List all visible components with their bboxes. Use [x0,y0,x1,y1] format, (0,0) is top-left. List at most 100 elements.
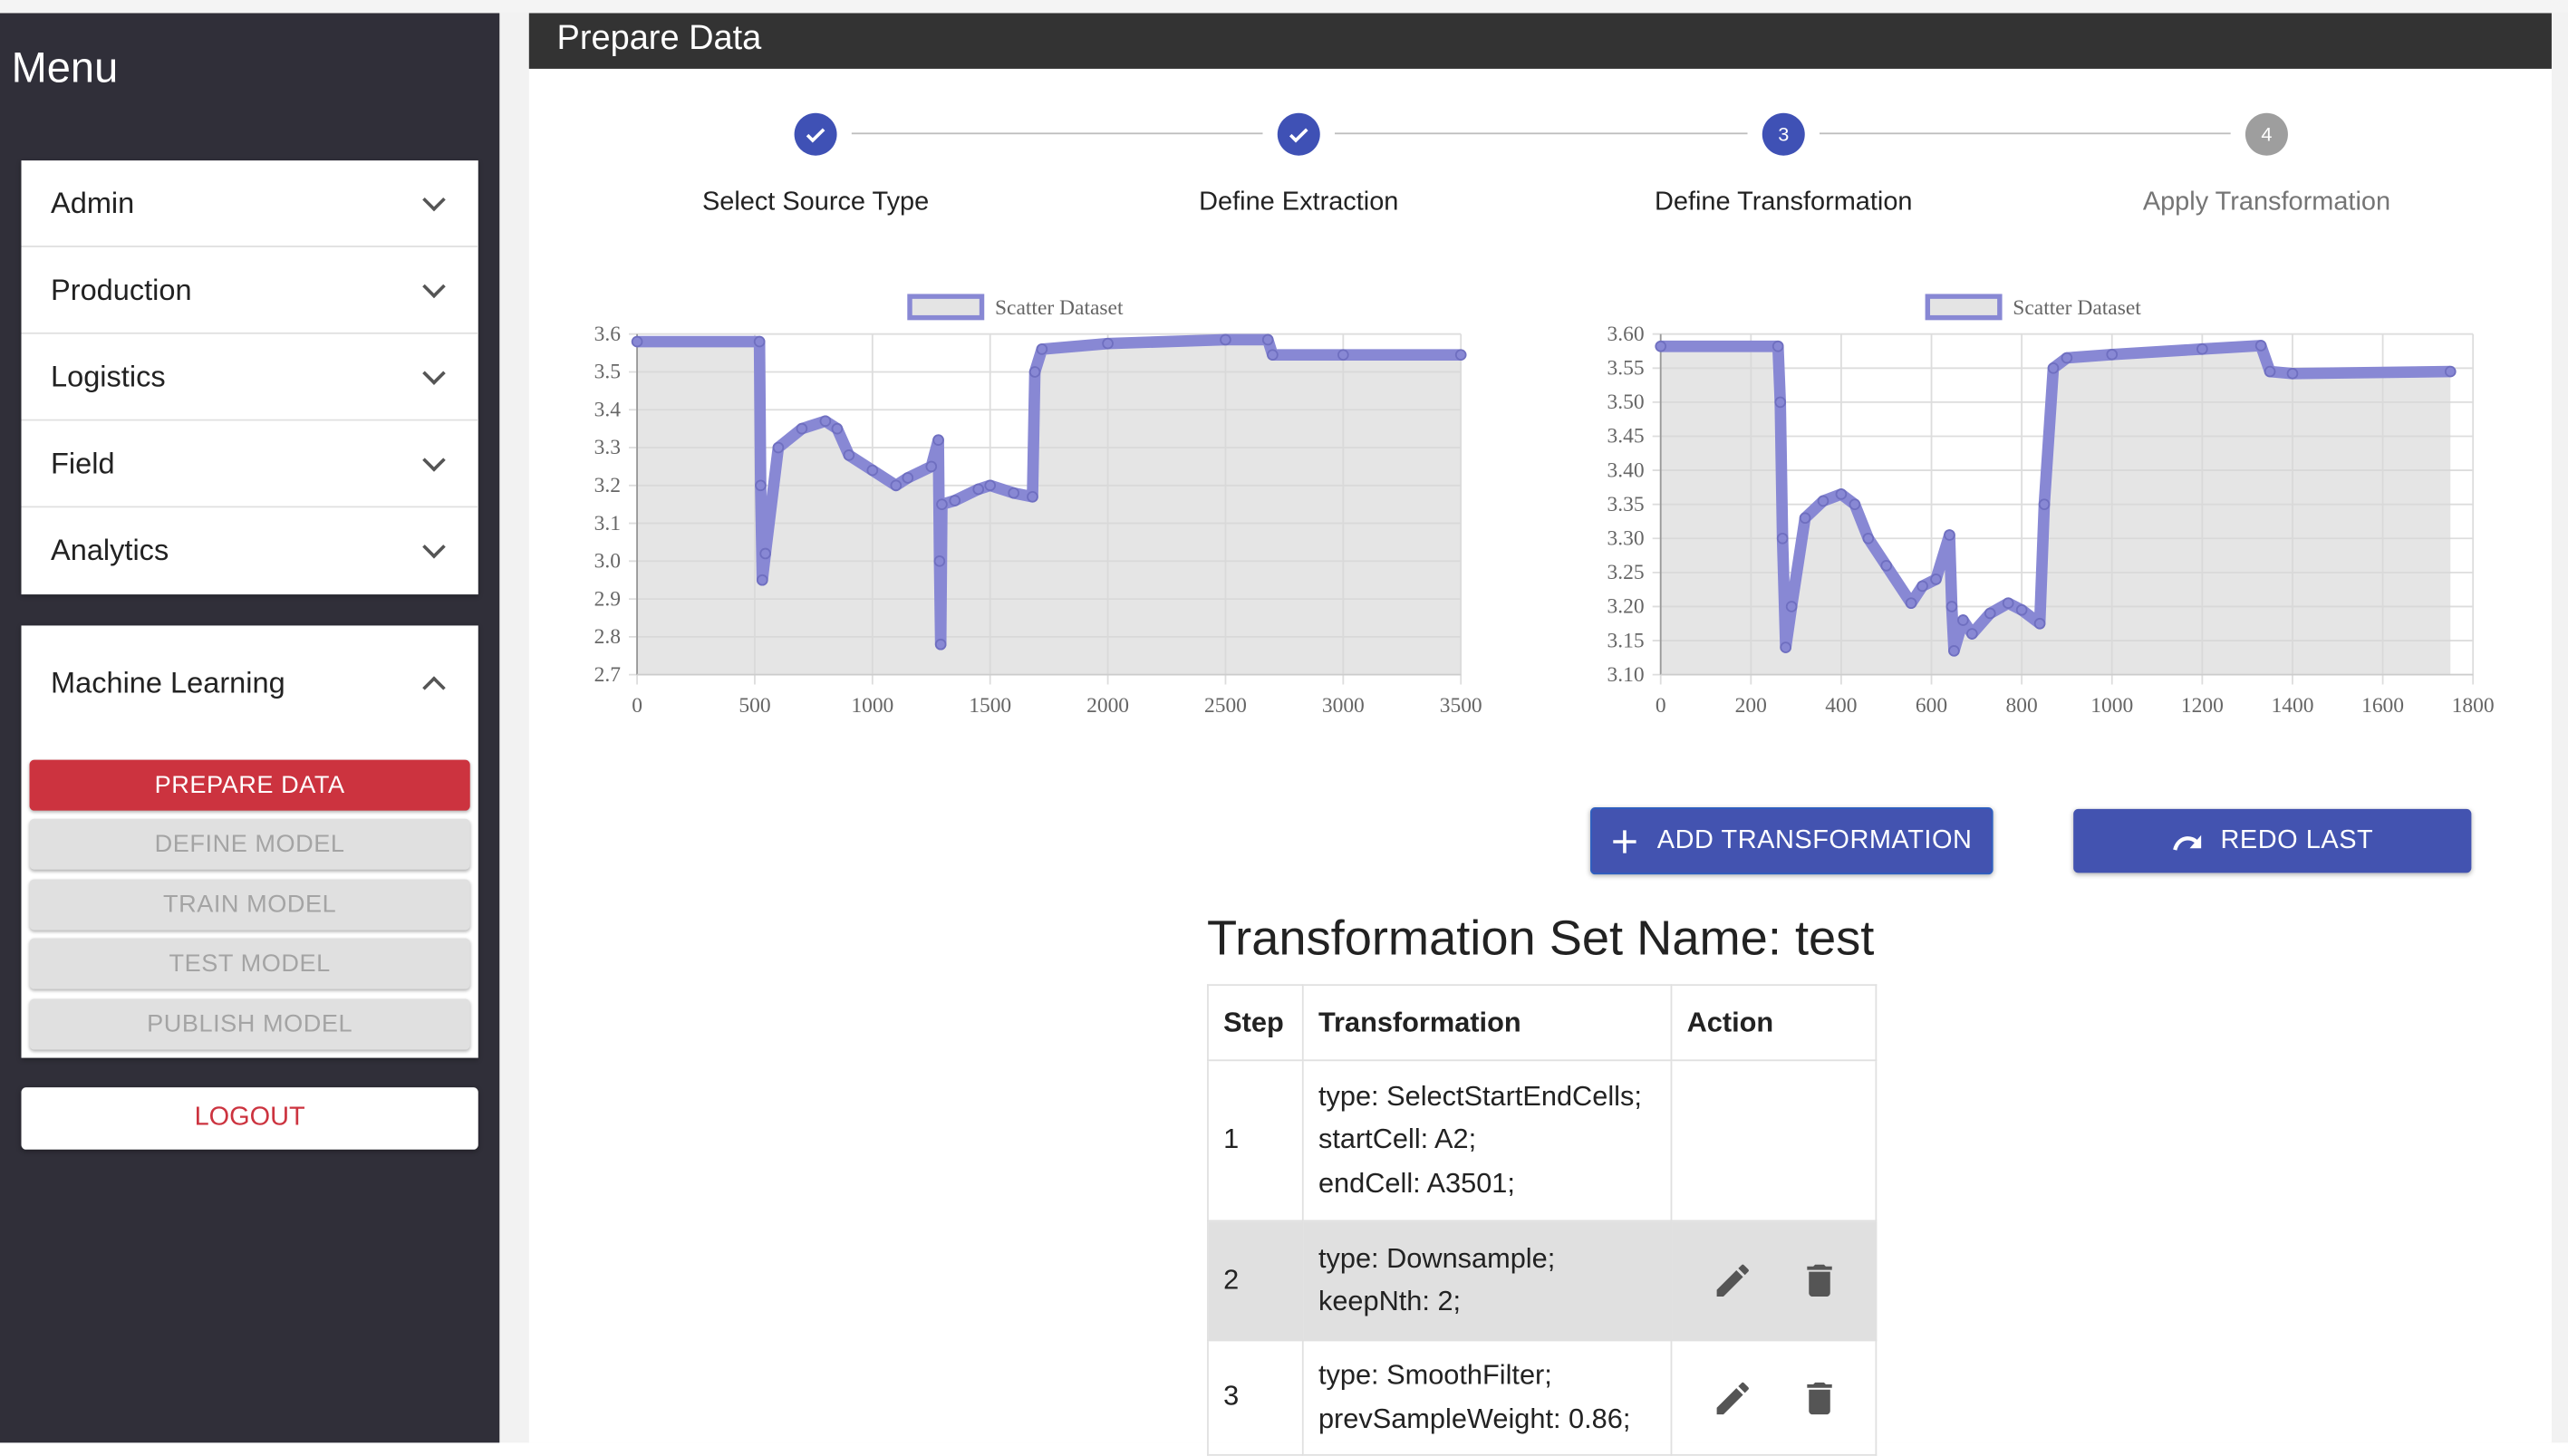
transformation-line: startCell: A2; [1318,1123,1477,1155]
accordion-label: Field [51,446,115,479]
data-point [796,422,808,435]
chevron-down-icon [422,448,446,471]
edit-icon[interactable] [1712,1377,1754,1420]
accordion-admin[interactable]: Admin [21,160,478,247]
y-tick-label: 3.4 [594,398,622,421]
data-point [1948,645,1960,657]
transformation-cell: type: SmoothFilter; prevSampleWeight: 0.8… [1301,1339,1673,1456]
data-point [1102,337,1114,350]
data-point [1966,628,1978,640]
step-connector [1335,132,1748,135]
menu-accordion: Admin Production Logistics Field Analytics [21,160,478,595]
data-point [1984,607,1996,620]
data-point [1774,396,1787,409]
data-point [831,422,844,435]
data-point [819,415,832,428]
data-point [2015,603,2028,616]
data-point [890,479,903,492]
x-tick-label: 2500 [1204,694,1247,718]
data-point [925,460,938,473]
machine-learning-panel: Machine Learning PREPARE DATA DEFINE MODE… [21,625,478,1058]
define-model-button[interactable]: DEFINE MODEL [29,818,470,870]
data-point [2286,367,2299,380]
step-2-indicator [1277,112,1320,156]
accordion-production[interactable]: Production [21,247,478,334]
edit-icon[interactable] [1712,1259,1754,1302]
y-tick-label: 3.15 [1607,629,1645,652]
data-point [1655,340,1667,352]
data-point [1817,495,1829,507]
action-cell [1670,1220,1878,1342]
x-tick-label: 0 [1656,694,1666,718]
data-point [753,335,766,348]
data-point [1930,574,1942,585]
x-tick-label: 1600 [2361,694,2404,718]
logout-button[interactable]: LOGOUT [21,1087,478,1150]
accordion-field[interactable]: Field [21,421,478,508]
data-point [2061,352,2073,364]
data-point [756,574,768,586]
main-content: Prepare Data Select Source Type Define Ex… [528,13,2552,1456]
data-point [972,483,985,496]
table-row: 2 type: Downsample; keepNth: 2; [1207,1220,1878,1342]
step-3-indicator: 3 [1762,112,1805,156]
y-tick-label: 3.10 [1607,663,1645,687]
step-1-label: Select Source Type [701,188,930,217]
y-tick-label: 3.20 [1607,595,1645,619]
data-point [1027,490,1038,503]
data-point [1780,641,1791,653]
data-point [984,479,997,492]
menu-title: Menu [11,42,119,92]
action-cell [1670,1059,1878,1222]
delete-icon[interactable] [1799,1259,1841,1302]
redo-last-button[interactable]: REDO LAST [2073,808,2472,873]
data-point [2047,362,2060,374]
test-model-button[interactable]: TEST MODEL [29,938,470,989]
column-header-transformation: Transformation [1301,984,1673,1062]
train-model-button[interactable]: TRAIN MODEL [29,879,470,930]
y-tick-label: 3.60 [1607,323,1645,346]
y-tick-label: 3.5 [594,361,621,384]
x-tick-label: 1000 [851,694,893,718]
data-point [759,547,771,560]
data-point [866,464,879,477]
column-header-action: Action [1670,984,1878,1062]
data-point [932,434,944,446]
data-point [2444,365,2457,378]
transformation-cell: type: SelectStartEndCells; startCell: A2;… [1301,1059,1673,1222]
transformation-line: type: SelectStartEndCells; [1318,1080,1642,1112]
x-tick-label: 1800 [2452,694,2495,718]
page-header: Prepare Data [528,13,2552,69]
data-point [1785,601,1798,612]
transformation-set-title: Transformation Set Name: test [1207,911,1875,967]
step-cell: 3 [1207,1339,1304,1456]
data-point [1849,498,1861,511]
y-tick-label: 3.50 [1607,391,1645,414]
legend-label: Scatter Dataset [995,296,1124,320]
data-point [843,449,855,461]
y-tick-label: 3.25 [1607,561,1645,584]
add-transformation-button[interactable]: ADD TRANSFORMATION [1589,807,1994,875]
chart-transformed-data: Scatter Dataset 0 200 400 600 800 1000 1200 1400… [1607,294,2495,718]
accordion-machine-learning[interactable]: Machine Learning [21,625,478,740]
prepare-data-button[interactable]: PREPARE DATA [29,759,470,811]
step-cell: 1 [1207,1059,1304,1222]
step-connector [851,132,1263,135]
data-point [1028,366,1041,378]
accordion-logistics[interactable]: Logistics [21,334,478,421]
data-point [1772,340,1784,352]
accordion-analytics[interactable]: Analytics [21,507,478,594]
data-point [949,495,961,506]
data-point [2196,342,2208,355]
data-point [2106,348,2119,361]
table-row: 1 type: SelectStartEndCells; startCell: A2… [1207,1059,1878,1222]
data-point [2033,617,2046,630]
publish-model-button[interactable]: PUBLISH MODEL [29,998,470,1050]
y-tick-label: 3.55 [1607,357,1645,381]
accordion-label: Analytics [51,534,169,567]
chevron-down-icon [422,535,446,559]
delete-icon[interactable] [1799,1377,1841,1420]
x-tick-label: 500 [739,694,770,718]
data-point [1944,529,1955,541]
data-point [1776,532,1789,545]
